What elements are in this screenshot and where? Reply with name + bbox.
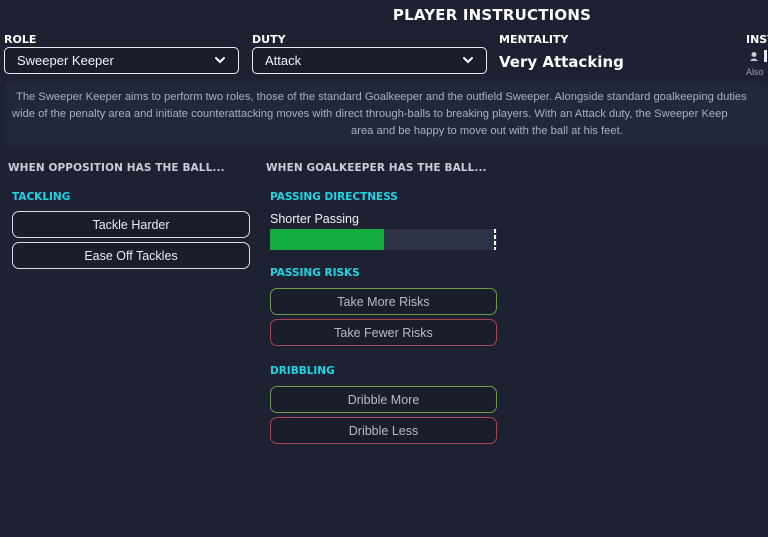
chevron-down-icon [215, 57, 225, 64]
duty-label: DUTY [252, 33, 286, 46]
ease-off-tackles-button[interactable]: Ease Off Tackles [12, 242, 250, 269]
instruction-indicator[interactable] [764, 50, 767, 62]
mentality-label: MENTALITY [499, 33, 569, 46]
dribble-more-button[interactable]: Dribble More [270, 386, 497, 413]
take-more-risks-button[interactable]: Take More Risks [270, 288, 497, 315]
tackling-label: TACKLING [12, 191, 71, 203]
goalkeeper-ball-heading: WHEN GOALKEEPER HAS THE BALL... [266, 162, 487, 174]
slider-end-marker [494, 229, 496, 250]
take-fewer-risks-button[interactable]: Take Fewer Risks [270, 319, 497, 346]
passing-directness-label: PASSING DIRECTNESS [270, 191, 398, 203]
role-description: The Sweeper Keeper aims to perform two r… [12, 89, 768, 140]
instructions-label: INST [746, 33, 768, 46]
duty-dropdown-value: Attack [265, 53, 302, 68]
instructions-subtext: Also [746, 67, 764, 77]
slider-fill [270, 229, 384, 250]
description-line: area and be happy to move out with the b… [351, 125, 623, 137]
passing-directness-value: Shorter Passing [270, 212, 359, 226]
passing-directness-slider[interactable] [270, 229, 497, 250]
mentality-value: Very Attacking [499, 53, 624, 71]
duty-dropdown[interactable]: Attack [252, 47, 487, 74]
person-icon [750, 52, 758, 61]
tackle-harder-button[interactable]: Tackle Harder [12, 211, 250, 238]
role-dropdown-value: Sweeper Keeper [17, 53, 114, 68]
passing-risks-label: PASSING RISKS [270, 267, 360, 279]
role-label: ROLE [4, 33, 37, 46]
page-title: PLAYER INSTRUCTIONS [392, 6, 592, 24]
description-line: The Sweeper Keeper aims to perform two r… [16, 91, 747, 103]
dribbling-label: DRIBBLING [270, 365, 335, 377]
role-dropdown[interactable]: Sweeper Keeper [4, 47, 239, 74]
description-line: wide of the penalty area and initiate co… [12, 108, 728, 120]
opposition-ball-heading: WHEN OPPOSITION HAS THE BALL... [8, 162, 225, 174]
dribble-less-button[interactable]: Dribble Less [270, 417, 497, 444]
chevron-down-icon [463, 57, 473, 64]
